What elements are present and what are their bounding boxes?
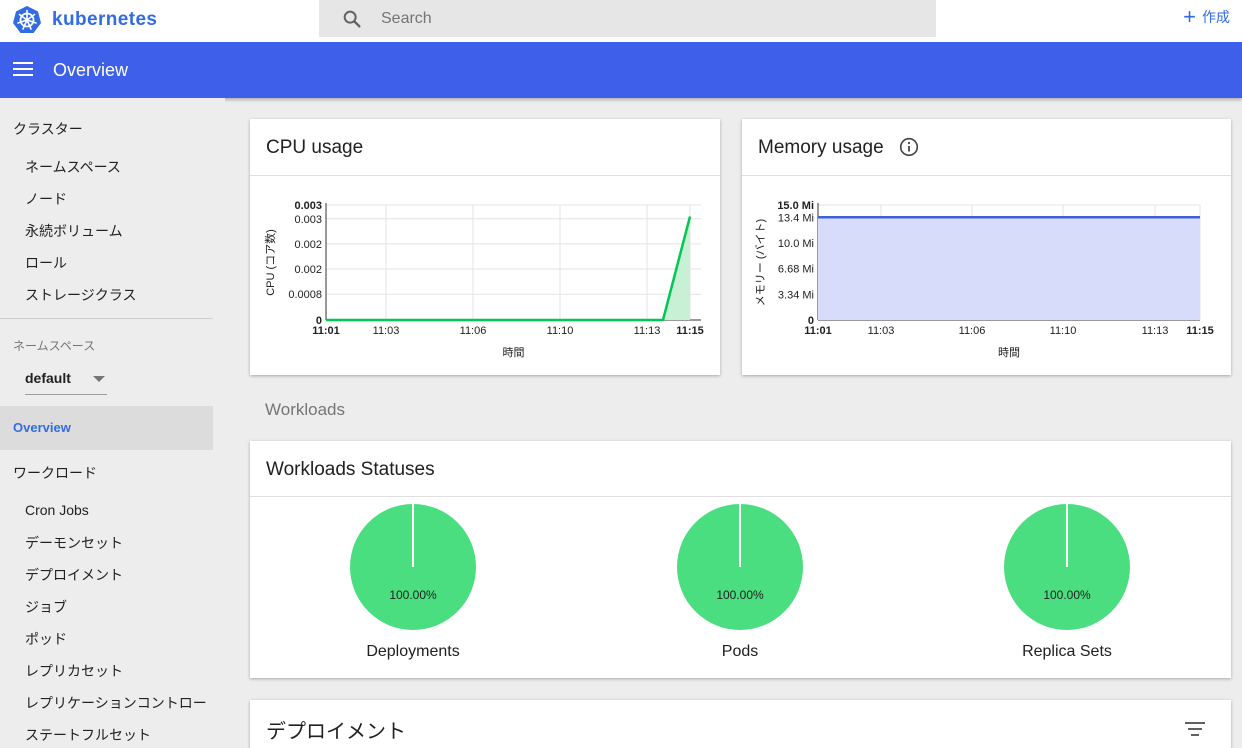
y-tick-label: 13.4 Mi [778, 212, 814, 224]
create-button[interactable]: + 作成 [1183, 4, 1230, 29]
pie-percent-label: 100.00% [716, 588, 764, 602]
namespace-label: ネームスペース [13, 339, 96, 353]
x-tick-label: 11:06 [460, 325, 487, 337]
sidebar-divider [0, 318, 213, 319]
pie-percent-label: 100.00% [1043, 588, 1091, 602]
deployments-card: デプロイメント [250, 700, 1231, 748]
sidebar-heading-workloads[interactable]: ワークロード [13, 463, 97, 483]
workloads-section-label: Workloads [265, 400, 345, 419]
x-tick-label: 11:03 [868, 325, 895, 337]
brand-name: kubernetes [52, 9, 158, 30]
deployments-card-title: デプロイメント [266, 721, 406, 743]
sidebar-item-overview-label: Overview [13, 420, 71, 435]
y-tick-label: 10.0 Mi [778, 238, 814, 250]
search-input[interactable] [381, 0, 921, 37]
x-axis-label: 時間 [998, 346, 1020, 359]
memory-usage-chart: 03.34 Mi6.68 Mi10.0 Mi13.4 Mi15.0 Mi11:0… [754, 200, 1214, 359]
y-axis-label: CPU (コア数) [264, 229, 277, 296]
pie-label-pods[interactable]: Pods [640, 643, 840, 661]
memory-usage-card: Memory usage 0 3.34 Mi 6.68 Mi 10.0 Mi 13.4 … [742, 119, 1231, 375]
title-bar: Overview [0, 42, 1242, 98]
y-tick-label: 0.002 [294, 264, 322, 276]
pie-label-deployments[interactable]: Deployments [313, 643, 513, 661]
y-tick-label: 0.002 [294, 239, 322, 251]
x-tick-label: 11:10 [1050, 325, 1077, 337]
y-axis-label: メモリー (バイト) [754, 219, 767, 306]
create-label: 作成 [1202, 9, 1230, 25]
menu-icon[interactable] [13, 62, 33, 76]
search-icon [343, 10, 361, 28]
kubernetes-logo-icon [13, 6, 41, 33]
x-tick-label: 11:03 [373, 325, 400, 337]
namespace-value: default [25, 370, 71, 386]
y-tick-label: 6.68 Mi [778, 264, 814, 276]
top-bar: kubernetes + 作成 [0, 0, 1242, 42]
cpu-usage-card: CPU usage 0 0.0008 0.002 0.002 0.003 0.003 11:… [250, 119, 720, 375]
y-tick-label: 3.34 Mi [778, 289, 814, 301]
x-tick-label: 11:01 [312, 325, 340, 337]
sidebar-item-namespaces[interactable]: ネームスペース [25, 157, 121, 177]
sidebar-item-daemon-sets[interactable]: デーモンセット [25, 533, 123, 553]
x-tick-label: 11:13 [634, 325, 661, 337]
x-tick-label: 11:13 [1142, 325, 1169, 337]
sidebar-item-roles[interactable]: ロール [25, 253, 67, 273]
x-tick-label: 11:15 [1186, 325, 1214, 337]
cpu-usage-chart: 00.00080.0020.0020.0030.00311:01 11:03 11:… [264, 200, 704, 359]
x-axis-label: 時間 [503, 346, 525, 359]
series-line [326, 216, 692, 322]
y-tick-label: 0.003 [294, 200, 322, 212]
sidebar-item-persistent-volumes[interactable]: 永続ボリューム [25, 221, 123, 241]
sidebar-item-replication-controllers[interactable]: レプリケーションコントロー [25, 693, 213, 713]
sidebar-item-jobs[interactable]: ジョブ [25, 597, 67, 617]
filter-icon[interactable] [1185, 722, 1205, 736]
sidebar-item-pods[interactable]: ポッド [25, 629, 67, 649]
x-tick-label: 11:06 [959, 325, 986, 337]
sidebar-heading-cluster[interactable]: クラスター [13, 119, 83, 139]
y-tick-label: 0.0008 [288, 289, 322, 301]
sidebar-item-deployments[interactable]: デプロイメント [25, 565, 123, 585]
sidebar-item-overview[interactable]: Overview [0, 406, 213, 450]
workloads-statuses-card: Workloads Statuses 100.00% 100.00% 100.00%… [250, 441, 1231, 678]
x-tick-label: 11:15 [676, 325, 704, 337]
pie-label-replica-sets[interactable]: Replica Sets [967, 643, 1167, 661]
namespace-select[interactable]: default [25, 366, 107, 395]
sidebar-item-cron-jobs[interactable]: Cron Jobs [25, 502, 89, 518]
plus-icon: + [1183, 4, 1196, 29]
sidebar-item-replica-sets[interactable]: レプリカセット [25, 661, 123, 681]
sidebar: クラスター ネームスペース ノード 永続ボリューム ロール ストレージクラス ネ… [0, 98, 225, 748]
brand[interactable]: kubernetes [12, 3, 157, 37]
x-tick-label: 11:10 [547, 325, 574, 337]
x-tick-label: 11:01 [804, 325, 832, 337]
pie-percent-label: 100.00% [389, 588, 437, 602]
dropdown-arrow-icon [93, 376, 105, 382]
page-title: Overview [53, 60, 129, 80]
y-tick-label: 15.0 Mi [777, 200, 814, 212]
series-area [818, 217, 1200, 320]
sidebar-item-storage-classes[interactable]: ストレージクラス [25, 285, 136, 305]
sidebar-item-stateful-sets[interactable]: ステートフルセット [25, 725, 151, 745]
search-bar [319, 0, 936, 37]
sidebar-item-nodes[interactable]: ノード [25, 189, 67, 209]
y-tick-label: 0.003 [294, 214, 322, 226]
